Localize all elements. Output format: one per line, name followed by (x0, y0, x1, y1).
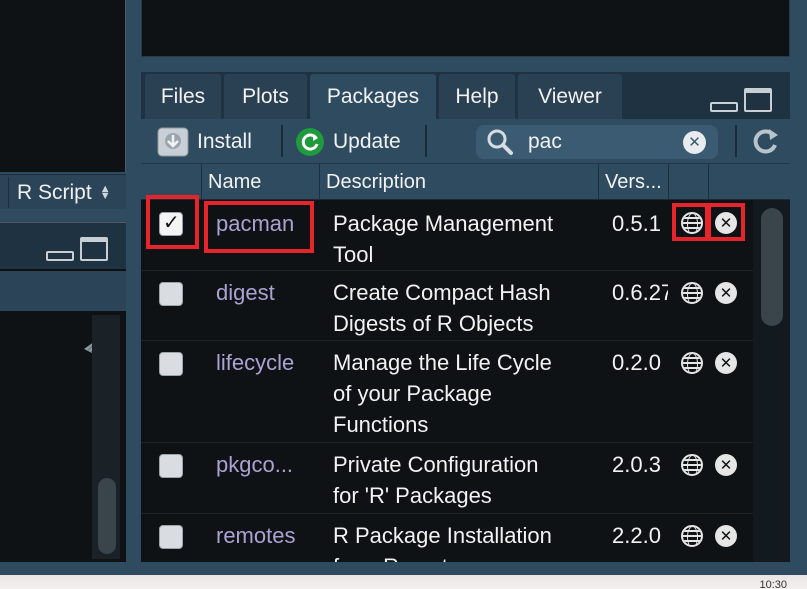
tab-files-label: Files (160, 84, 206, 108)
column-header-description[interactable]: Description (319, 164, 598, 200)
package-name-link[interactable]: pkgco... (216, 449, 293, 480)
globe-icon[interactable] (681, 212, 703, 234)
package-name-link[interactable]: pacman (216, 208, 294, 239)
tab-packages-label: Packages (326, 84, 420, 108)
package-description: from Remotes (333, 551, 471, 562)
search-input[interactable] (528, 130, 678, 154)
refresh-icon[interactable] (749, 125, 781, 157)
packages-scroll-thumb[interactable] (761, 208, 783, 326)
tab-files[interactable]: Files (145, 74, 221, 119)
install-icon (157, 127, 189, 157)
toolbar-divider (281, 125, 283, 157)
globe-icon[interactable] (681, 525, 703, 547)
environment-pane-header (0, 223, 126, 269)
install-label: Install (197, 130, 252, 153)
update-label: Update (333, 130, 401, 153)
package-name-link[interactable]: remotes (216, 520, 295, 551)
toolbar-divider (735, 125, 737, 157)
package-search-box[interactable]: ✕ (476, 125, 718, 159)
packages-table: pacman Package Management Tool 0.5.1 ✕ d… (141, 200, 790, 562)
table-row: lifecycle Manage the Life Cycle of your … (141, 341, 753, 443)
package-version: 2.0.3 (612, 452, 661, 477)
console-pane (141, 0, 790, 57)
refresh-update-icon (296, 128, 324, 156)
tab-viewer-label: Viewer (538, 84, 602, 108)
package-description: R Package Installation (333, 523, 552, 548)
taskbar: 10:30 (0, 575, 807, 589)
column-header-name[interactable]: Name (201, 164, 319, 200)
script-type-label: R Script (17, 181, 92, 204)
package-name-link[interactable]: digest (216, 277, 275, 308)
tab-packages[interactable]: Packages (310, 74, 436, 119)
package-description: Private Configuration (333, 452, 539, 477)
globe-icon[interactable] (681, 454, 703, 476)
globe-icon[interactable] (681, 282, 703, 304)
install-button[interactable]: Install (157, 127, 252, 157)
packages-toolbar: Install Update ✕ (141, 119, 790, 163)
package-name-link[interactable]: lifecycle (216, 347, 294, 378)
package-version: 0.6.27 (612, 280, 668, 305)
toolbar-divider (425, 125, 427, 157)
package-version: 2.2.0 (612, 523, 661, 548)
table-row: remotes R Package Installation from Remo… (141, 514, 753, 562)
remove-package-icon[interactable]: ✕ (715, 525, 737, 547)
package-description: Create Compact Hash (333, 280, 551, 305)
update-button[interactable]: Update (295, 127, 401, 157)
remove-package-icon[interactable]: ✕ (715, 352, 737, 374)
package-description: Tool (333, 242, 374, 267)
minimize-pane-icon[interactable] (46, 251, 74, 261)
package-description: Functions (333, 412, 429, 437)
maximize-pane-icon[interactable] (80, 237, 108, 261)
script-type-selector[interactable]: R Script ▲ ▼ (8, 177, 124, 208)
column-header-remove (708, 164, 790, 200)
updown-arrows-icon: ▲ ▼ (99, 182, 111, 202)
tab-plots-label: Plots (242, 84, 289, 108)
package-description: Manage the Life Cycle (333, 350, 552, 375)
table-row: pacman Package Management Tool 0.5.1 ✕ (141, 200, 753, 271)
package-version: 0.5.1 (612, 211, 661, 236)
package-version: 0.2.0 (612, 350, 661, 375)
tab-help[interactable]: Help (439, 74, 515, 119)
package-loaded-checkbox[interactable] (159, 454, 183, 478)
table-row: digest Create Compact Hash Digests of R … (141, 271, 753, 341)
maximize-pane-icon[interactable] (744, 88, 772, 112)
source-editor-pane (0, 0, 126, 172)
column-header-version[interactable]: Vers... (598, 164, 668, 200)
globe-icon[interactable] (681, 352, 703, 374)
remove-package-icon[interactable]: ✕ (715, 282, 737, 304)
package-description: Package Management (333, 211, 554, 236)
table-row: pkgco... Private Configuration for 'R' P… (141, 443, 753, 514)
tab-help-label: Help (455, 84, 499, 108)
tab-plots[interactable]: Plots (224, 74, 307, 119)
files-pane-tabbar: Files Plots Packages Help Viewer (141, 72, 790, 119)
package-loaded-checkbox[interactable] (159, 210, 183, 236)
package-description: Digests of R Objects (333, 311, 534, 336)
column-header-browse (668, 164, 708, 200)
package-loaded-checkbox[interactable] (159, 525, 183, 549)
environment-scroll-thumb[interactable] (98, 478, 116, 554)
tab-viewer[interactable]: Viewer (518, 74, 622, 119)
package-loaded-checkbox[interactable] (159, 352, 183, 376)
package-description: of your Package (333, 381, 492, 406)
source-status-bar: R Script ▲ ▼ (0, 174, 126, 209)
clear-search-icon[interactable]: ✕ (683, 131, 706, 154)
search-icon (487, 129, 513, 155)
package-description: for 'R' Packages (333, 483, 492, 508)
package-loaded-checkbox[interactable] (159, 282, 183, 306)
remove-package-icon[interactable]: ✕ (715, 212, 737, 234)
packages-table-header: Name Description Vers... (141, 163, 790, 200)
remove-package-icon[interactable]: ✕ (715, 454, 737, 476)
taskbar-clock: 10:30 (759, 579, 787, 589)
minimize-pane-icon[interactable] (710, 102, 738, 112)
environment-toolbar (0, 271, 126, 353)
